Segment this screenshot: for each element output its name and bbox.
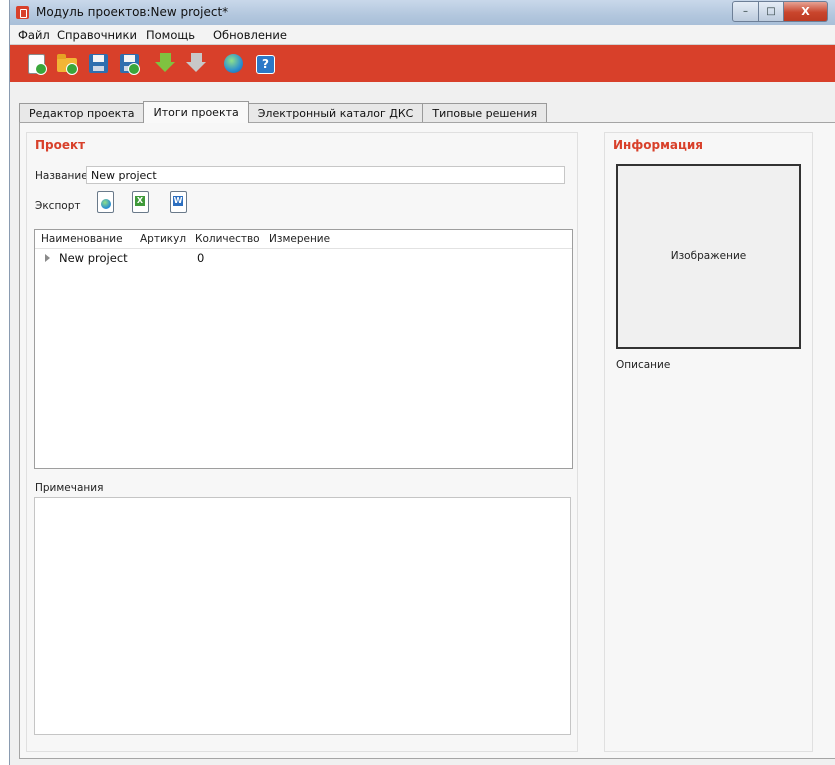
info-section-title: Информация bbox=[613, 138, 703, 152]
column-unit[interactable]: Измерение bbox=[269, 233, 330, 245]
web-button[interactable] bbox=[221, 51, 246, 76]
notes-label: Примечания bbox=[35, 482, 104, 494]
tab-typical-solutions[interactable]: Типовые решения bbox=[422, 103, 548, 123]
minimize-button[interactable]: – bbox=[732, 1, 759, 22]
open-project-button[interactable] bbox=[55, 51, 80, 76]
title-bar[interactable]: Модуль проектов:New project* – □ X bbox=[10, 0, 835, 25]
project-section: Проект Название Экспорт X W bbox=[26, 132, 578, 752]
info-section: Информация Изображение Описание bbox=[604, 132, 813, 752]
table-row[interactable]: New project 0 bbox=[35, 249, 572, 267]
menu-help[interactable]: Помощь bbox=[146, 28, 195, 42]
app-window: Модуль проектов:New project* – □ X Файл … bbox=[9, 0, 835, 765]
project-section-title: Проект bbox=[35, 138, 86, 152]
tab-bar: Редактор проекта Итоги проекта Электронн… bbox=[19, 101, 548, 123]
image-placeholder-text: Изображение bbox=[670, 250, 747, 262]
description-label: Описание bbox=[616, 359, 671, 371]
export-excel-button[interactable]: X bbox=[129, 190, 151, 214]
notes-textarea[interactable] bbox=[34, 497, 571, 735]
tab-project-editor[interactable]: Редактор проекта bbox=[19, 103, 145, 123]
help-icon: ? bbox=[256, 55, 275, 74]
project-items-table[interactable]: Наименование Артикул Количество Измерени… bbox=[34, 229, 573, 469]
summary-panel: Проект Название Экспорт X W bbox=[19, 122, 835, 759]
column-name[interactable]: Наименование bbox=[41, 233, 123, 245]
image-preview: Изображение bbox=[616, 164, 801, 349]
export-web-icon bbox=[97, 191, 114, 213]
globe-icon bbox=[224, 54, 243, 73]
row-name: New project bbox=[59, 251, 128, 265]
toolbar: ? bbox=[10, 45, 835, 82]
maximize-button[interactable]: □ bbox=[759, 1, 784, 22]
app-icon bbox=[16, 6, 29, 19]
tab-project-summary[interactable]: Итоги проекта bbox=[143, 101, 249, 123]
new-project-button[interactable] bbox=[24, 51, 49, 76]
close-button[interactable]: X bbox=[784, 1, 828, 22]
save-as-button[interactable] bbox=[117, 51, 142, 76]
save-icon bbox=[89, 54, 108, 73]
table-header: Наименование Артикул Количество Измерени… bbox=[35, 230, 572, 249]
menu-updates[interactable]: Обновление bbox=[213, 28, 287, 42]
project-name-input[interactable] bbox=[86, 166, 565, 184]
export-web-button[interactable] bbox=[94, 190, 116, 214]
row-quantity: 0 bbox=[197, 251, 205, 265]
export-label: Экспорт bbox=[35, 200, 81, 212]
menu-directories[interactable]: Справочники bbox=[57, 28, 137, 42]
column-quantity[interactable]: Количество bbox=[195, 233, 260, 245]
help-button[interactable]: ? bbox=[252, 51, 277, 76]
save-button[interactable] bbox=[86, 51, 111, 76]
export-excel-icon: X bbox=[132, 191, 149, 213]
tab-dks-catalog[interactable]: Электронный каталог ДКС bbox=[247, 103, 424, 123]
name-label: Название bbox=[35, 170, 88, 182]
menu-file[interactable]: Файл bbox=[18, 28, 50, 42]
menu-bar: Файл Справочники Помощь Обновление bbox=[10, 25, 835, 45]
export-word-icon: W bbox=[170, 191, 187, 213]
window-controls: – □ X bbox=[732, 1, 828, 22]
window-title: Модуль проектов:New project* bbox=[36, 5, 229, 19]
expand-arrow-icon[interactable] bbox=[45, 254, 50, 262]
import-button[interactable] bbox=[153, 51, 178, 76]
export-word-button[interactable]: W bbox=[167, 190, 189, 214]
column-article[interactable]: Артикул bbox=[140, 233, 186, 245]
export-button[interactable] bbox=[184, 51, 209, 76]
